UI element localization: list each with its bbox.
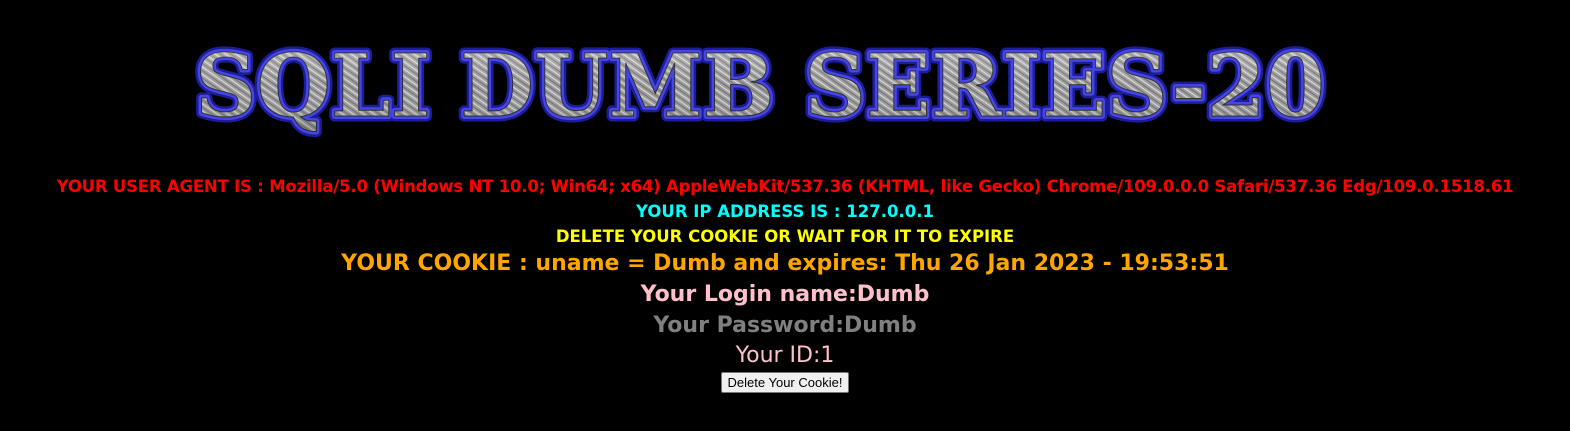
ip-address-text: YOUR IP ADDRESS IS : 127.0.0.1 xyxy=(636,202,934,221)
banner-graphic: SQLI DUMB SERIES-20 SQLI DUMB SERIES-20 … xyxy=(190,34,1331,143)
delete-cookie-form: Delete Your Cookie! xyxy=(0,372,1570,393)
user-id-text: Your ID:1 xyxy=(735,343,835,368)
password-text: Your Password:Dumb xyxy=(653,313,917,338)
user-agent-text: YOUR USER AGENT IS : Mozilla/5.0 (Window… xyxy=(56,177,1514,196)
cookie-info-text: YOUR COOKIE : uname = Dumb and expires: … xyxy=(341,251,1229,276)
banner-title-shine: SQLI DUMB SERIES-20 xyxy=(195,36,1325,137)
delete-cookie-button[interactable]: Delete Your Cookie! xyxy=(720,372,850,393)
page-banner: SQLI DUMB SERIES-20 SQLI DUMB SERIES-20 … xyxy=(0,34,1570,144)
delete-cookie-notice: DELETE YOUR COOKIE OR WAIT FOR IT TO EXP… xyxy=(555,227,1015,246)
login-name-text: Your Login name:Dumb xyxy=(640,282,930,307)
